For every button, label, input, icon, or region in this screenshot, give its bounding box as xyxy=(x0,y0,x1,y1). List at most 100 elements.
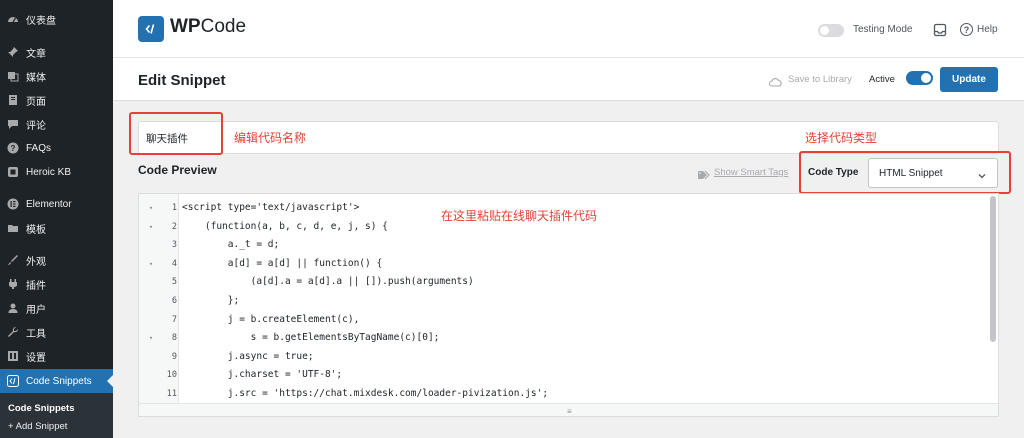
code-line[interactable]: ▾ 8 s = b.getElementsByTagName(c)[0]; xyxy=(139,330,989,346)
line-number: 3 xyxy=(171,240,177,251)
code-type-label: Code Type xyxy=(808,167,859,178)
sidebar-item-templates[interactable]: 模板 xyxy=(0,216,113,240)
code-line[interactable]: 5 (a[d].a = a[d].a || []).push(arguments… xyxy=(139,274,989,290)
editor-scrollbar[interactable] xyxy=(990,196,996,342)
update-button[interactable]: Update xyxy=(940,67,998,92)
fold-arrow-icon[interactable]: ▾ xyxy=(147,256,155,272)
sidebar-submenu: Code Snippets + Add Snippet xyxy=(0,393,113,438)
submenu-item-code-snippets[interactable]: Code Snippets xyxy=(8,403,75,414)
annotation-box-title xyxy=(129,112,223,155)
code-editor[interactable]: ▾ 1 <script type='text/javascript'> ▾ 2 (fun… xyxy=(138,193,999,417)
sidebar-item-dashboard[interactable]: 仪表盘 xyxy=(0,7,113,31)
fold-arrow-icon[interactable]: ▾ xyxy=(147,330,155,346)
folder-icon xyxy=(7,222,19,234)
line-number: 8 xyxy=(171,333,177,344)
wpcode-header: WPCode Testing Mode ? Help xyxy=(113,0,1024,58)
wpcode-logo-text: WPCode xyxy=(170,16,247,37)
annotation-edit-name: 编辑代码名称 xyxy=(234,131,307,145)
sidebar-item-faqs[interactable]: ? FAQs xyxy=(0,136,113,160)
page-titlebar: Edit Snippet Save to Library Active Upda… xyxy=(113,58,1024,101)
line-number: 9 xyxy=(171,351,177,362)
comment-icon xyxy=(7,118,19,130)
elementor-icon xyxy=(7,198,19,210)
line-number: 7 xyxy=(171,314,177,325)
sidebar-item-label: Code Snippets xyxy=(26,375,92,387)
code-line[interactable]: ▾ 4 a[d] = a[d] || function() { xyxy=(139,256,989,272)
sidebar-item-posts[interactable]: 文章 xyxy=(0,40,113,64)
active-indicator xyxy=(107,375,113,387)
brush-icon xyxy=(7,254,19,266)
sidebar-item-code-snippets[interactable]: Code Snippets xyxy=(0,369,113,393)
sidebar-item-label: 文章 xyxy=(26,48,46,60)
sidebar-item-appearance[interactable]: 外观 xyxy=(0,248,113,272)
sidebar-item-label: 评论 xyxy=(26,120,46,132)
user-icon xyxy=(7,302,19,314)
dashboard-icon xyxy=(7,13,19,25)
line-number: 4 xyxy=(171,258,177,269)
testing-mode-toggle[interactable] xyxy=(818,24,844,37)
sidebar-item-pages[interactable]: 页面 xyxy=(0,88,113,112)
line-number: 10 xyxy=(166,370,177,381)
sidebar-item-label: 仪表盘 xyxy=(26,15,56,27)
chevron-down-icon xyxy=(977,168,987,179)
code-text: (function(a, b, c, d, e, j, s) { xyxy=(182,220,388,232)
fold-arrow-icon[interactable]: ▾ xyxy=(147,219,155,235)
sidebar-item-label: 工具 xyxy=(26,328,46,340)
sidebar-item-label: 模板 xyxy=(26,224,46,236)
line-number: 6 xyxy=(171,296,177,306)
code-line[interactable]: 3 a._t = d; xyxy=(139,237,989,253)
code-line[interactable]: 10 j.charset = 'UTF-8'; xyxy=(139,367,989,383)
pin-icon xyxy=(7,46,19,58)
sidebar-item-comments[interactable]: 评论 xyxy=(0,112,113,136)
code-text: s = b.getElementsByTagName(c)[0]; xyxy=(182,332,440,344)
admin-sidebar: 仪表盘 文章 媒体 页面 评论 ? FAQs Heroic KB Element… xyxy=(0,0,113,438)
annotation-paste-code: 在这里粘贴在线聊天插件代码 xyxy=(441,209,598,223)
active-toggle[interactable] xyxy=(906,71,933,85)
code-line[interactable]: 9 j.async = true; xyxy=(139,349,989,365)
code-text: j = b.createElement(c), xyxy=(182,313,360,325)
sidebar-item-tools[interactable]: 工具 xyxy=(0,320,113,344)
sidebar-item-plugins[interactable]: 插件 xyxy=(0,272,113,296)
sidebar-item-elementor[interactable]: Elementor xyxy=(0,192,113,216)
page-icon xyxy=(7,94,19,106)
svg-text:?: ? xyxy=(11,144,16,153)
sidebar-item-users[interactable]: 用户 xyxy=(0,296,113,320)
save-to-library-button[interactable]: Save to Library xyxy=(788,74,852,85)
code-preview-heading: Code Preview xyxy=(138,163,217,177)
wrench-icon xyxy=(7,326,19,338)
sidebar-item-label: 媒体 xyxy=(26,72,46,84)
inbox-icon[interactable] xyxy=(933,23,947,37)
tag-icon xyxy=(697,167,711,180)
code-text: a._t = d; xyxy=(182,239,280,251)
show-smart-tags-link[interactable]: Show Smart Tags xyxy=(714,167,788,178)
submenu-item-add-snippet[interactable]: + Add Snippet xyxy=(8,421,67,432)
code-text: j.async = true; xyxy=(182,350,314,362)
editor-resize-bar[interactable]: ≡ xyxy=(139,403,998,416)
sidebar-item-label: Heroic KB xyxy=(26,166,72,178)
code-type-select[interactable]: HTML Snippet xyxy=(868,158,998,188)
line-number: 2 xyxy=(171,221,177,232)
code-line[interactable]: 6 }; xyxy=(139,293,989,309)
page-title: Edit Snippet xyxy=(138,72,226,89)
resize-handle-icon[interactable]: ≡ xyxy=(567,407,572,416)
help-link[interactable]: Help xyxy=(977,24,998,35)
code-line[interactable]: 11 j.src = 'https://chat.mixdesk.com/loa… xyxy=(139,386,989,402)
testing-mode-label: Testing Mode xyxy=(853,24,913,35)
help-icon[interactable]: ? xyxy=(960,23,973,36)
sidebar-item-heroic-kb[interactable]: Heroic KB xyxy=(0,160,113,184)
sidebar-item-settings[interactable]: 设置 xyxy=(0,344,113,368)
fold-arrow-icon[interactable]: ▾ xyxy=(147,200,155,216)
code-line[interactable]: 7 j = b.createElement(c), xyxy=(139,312,989,328)
code-text: <script type='text/javascript'> xyxy=(182,202,360,213)
sidebar-item-label: 设置 xyxy=(26,352,46,364)
code-type-value: HTML Snippet xyxy=(879,168,943,179)
sidebar-item-media[interactable]: 媒体 xyxy=(0,64,113,88)
sidebar-item-label: Elementor xyxy=(26,198,72,210)
code-text: }; xyxy=(182,295,240,306)
code-text: (a[d].a = a[d].a || []).push(arguments) xyxy=(182,276,474,288)
line-number: 1 xyxy=(171,203,177,213)
code-text: j.charset = 'UTF-8'; xyxy=(182,369,343,381)
sidebar-item-label: FAQs xyxy=(26,142,52,154)
settings-icon xyxy=(7,350,19,362)
wpcode-logo-icon xyxy=(138,16,164,42)
